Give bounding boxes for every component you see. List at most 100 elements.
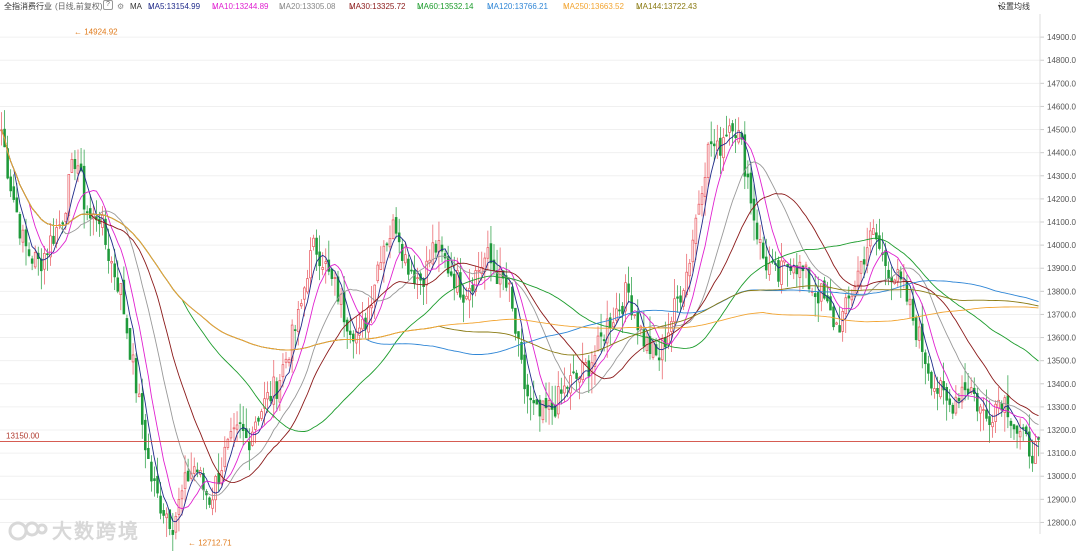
candle-body — [859, 260, 863, 274]
candle-body — [446, 256, 450, 274]
y-tick-label: 14100.0 — [1047, 218, 1076, 227]
candle-body — [979, 406, 982, 414]
ma20-line — [1, 129, 1039, 496]
candle-body — [489, 243, 493, 264]
candle-body — [312, 237, 315, 248]
price-line-label: 13150.00 — [6, 432, 40, 441]
candle-body — [306, 278, 309, 293]
candle-body — [324, 261, 328, 264]
candle-body — [370, 305, 373, 309]
candle-body — [379, 262, 383, 270]
candle-body — [12, 186, 16, 200]
candle-body — [300, 303, 303, 307]
candle-body — [373, 284, 376, 302]
y-tick-label: 14300.0 — [1047, 172, 1076, 181]
candle-body — [296, 309, 300, 333]
candle-body — [33, 252, 37, 268]
candle-body — [581, 361, 584, 380]
candle-body — [508, 282, 511, 285]
candle-body — [728, 125, 731, 133]
candle-body — [361, 318, 364, 330]
candle-body — [957, 397, 961, 402]
period-label: (日线,前复权) — [55, 2, 103, 11]
candle-body — [162, 510, 165, 516]
y-tick-label: 14900.0 — [1047, 33, 1076, 42]
candle-body — [627, 283, 630, 293]
candle-body — [908, 298, 912, 306]
candle-body — [128, 328, 132, 360]
candle-body — [208, 497, 211, 505]
y-tick-label: 13400.0 — [1047, 380, 1076, 389]
candle-body — [764, 256, 768, 271]
candle-body — [226, 438, 230, 448]
candle-body — [333, 277, 337, 279]
y-tick-label: 14600.0 — [1047, 102, 1076, 111]
candle-body — [645, 336, 649, 351]
candle-body — [596, 335, 600, 352]
high-label: ← 14924.92 — [74, 27, 118, 36]
candle-body — [688, 262, 692, 277]
candle-body — [1009, 420, 1013, 426]
candle-body — [321, 267, 324, 270]
y-tick-label: 14700.0 — [1047, 79, 1076, 88]
candle-body — [798, 261, 802, 278]
candle-body — [180, 490, 184, 500]
y-tick-label: 13000.0 — [1047, 472, 1076, 481]
candle-body — [76, 165, 80, 174]
candle-body — [107, 248, 110, 261]
candle-body — [838, 325, 841, 333]
candle-body — [850, 295, 854, 301]
candle-body — [841, 311, 844, 332]
candle-body — [238, 422, 242, 424]
candle-body — [134, 358, 138, 394]
candle-body — [862, 259, 866, 265]
candle-body — [367, 307, 370, 333]
candle-body — [1031, 455, 1034, 464]
candle-body — [449, 271, 453, 276]
candle-body — [872, 228, 875, 235]
candle-body — [9, 176, 12, 192]
candle-body — [462, 294, 465, 303]
watermark-text: 大数跨境 — [52, 521, 140, 543]
candle-body — [612, 322, 615, 328]
candle-body — [275, 381, 279, 399]
candle-body — [575, 372, 578, 379]
candle-body — [963, 382, 967, 391]
candle-body — [556, 386, 560, 415]
candle-body — [223, 446, 227, 468]
candle-body — [679, 295, 682, 303]
candle-body — [254, 421, 257, 430]
y-tick-label: 14800.0 — [1047, 56, 1076, 65]
candle-body — [731, 123, 734, 132]
candle-body — [768, 263, 771, 275]
candle-body — [954, 396, 958, 414]
candle-body — [171, 529, 175, 535]
candle-body — [529, 397, 532, 401]
candle-body — [657, 357, 661, 361]
candle-body — [165, 513, 168, 519]
candle-body — [697, 203, 701, 215]
candle-body — [924, 352, 927, 365]
candle-body — [670, 321, 673, 332]
candle-body — [761, 242, 765, 259]
candle-body — [119, 283, 123, 295]
candle-body — [749, 172, 753, 204]
candle-body — [269, 395, 272, 402]
candle-body — [287, 359, 291, 364]
gear-icon[interactable]: ⚙ — [117, 0, 124, 14]
candle-body — [235, 424, 239, 430]
candle-body — [382, 245, 386, 264]
low-label: ← 12712.71 — [188, 539, 232, 548]
candle-body — [1018, 431, 1022, 438]
candle-body — [281, 364, 285, 378]
candle-body — [452, 273, 456, 289]
candle-body — [147, 447, 150, 459]
candle-body — [691, 239, 695, 263]
candle-body — [541, 400, 545, 421]
candle-body — [43, 253, 46, 270]
candle-body — [183, 472, 187, 489]
candle-body — [40, 258, 43, 272]
candle-body — [196, 469, 199, 473]
candle-body — [468, 287, 471, 301]
candle-body — [633, 314, 636, 317]
